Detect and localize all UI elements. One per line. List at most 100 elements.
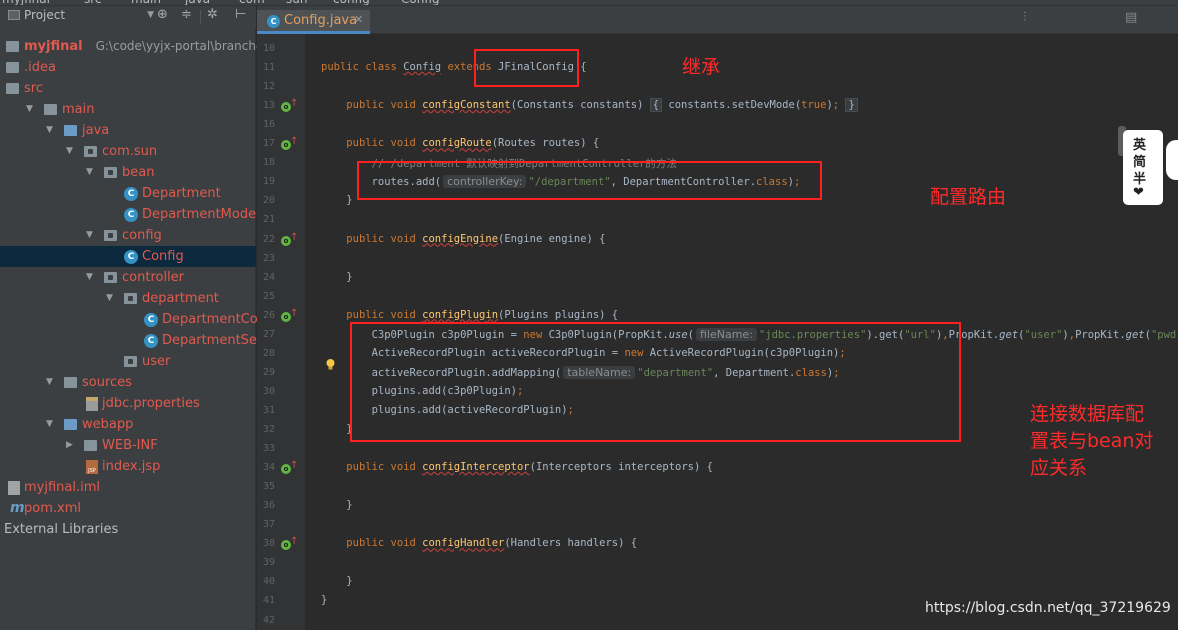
tree-item-user[interactable]: user (0, 351, 256, 372)
tree-item-web-inf[interactable]: ▶ WEB-INF (0, 435, 256, 456)
chevron-down-icon[interactable]: ▼ (106, 288, 113, 309)
lightbulb-icon[interactable] (324, 358, 337, 371)
line-number: 38 (262, 538, 275, 550)
collapse-all-icon[interactable]: ≑ (181, 7, 192, 22)
tree-item-label: user (142, 354, 171, 369)
tree-item-java[interactable]: ▼ java (0, 120, 256, 141)
tree-item-pom-xml[interactable]: m pom.xml (0, 498, 256, 519)
hide-panel-icon[interactable]: ⊢ (235, 7, 246, 22)
code-line[interactable]: } (321, 575, 352, 587)
resources-folder-icon (64, 377, 77, 388)
tab-split-icon[interactable]: ⫶ (1023, 10, 1026, 25)
project-panel-header: Project ▼ ⊕ ≑ ✲ ⊢ (0, 6, 256, 28)
code-line[interactable]: public void configHandler(Handlers handl… (321, 537, 637, 549)
tree-item-jdbc-properties[interactable]: jdbc.properties (0, 393, 256, 414)
tree-item-myjfinal[interactable]: myjfinal G:\code\yyjx-portal\branches\myj (0, 36, 296, 57)
tab-config-java[interactable]: C Config.java ✕ (257, 10, 370, 34)
tree-item-departmentcontrol[interactable]: C DepartmentControl (0, 309, 288, 330)
gear-icon[interactable]: ✲ (207, 7, 218, 22)
tree-item-bean[interactable]: ▼ bean (0, 162, 256, 183)
code-line[interactable]: public void configRoute(Routes routes) { (321, 137, 599, 149)
code-line[interactable]: } (321, 423, 352, 435)
code-line[interactable]: public void configEngine(Engine engine) … (321, 233, 605, 245)
chevron-down-icon[interactable]: ▼ (46, 120, 53, 141)
tree-item-label: WEB-INF (102, 438, 158, 453)
folder-icon (44, 104, 57, 115)
code-line[interactable]: public void configInterceptor(Intercepto… (321, 461, 713, 473)
override-method-icon[interactable]: o ↑ (281, 308, 298, 324)
override-method-icon[interactable]: o ↑ (281, 460, 298, 476)
override-method-icon[interactable]: o ↑ (281, 536, 298, 552)
line-number: 41 (262, 595, 275, 607)
maven-icon: m (10, 500, 25, 516)
toolbar-divider (200, 10, 201, 24)
override-method-icon[interactable]: o ↑ (281, 136, 298, 152)
code-line[interactable]: } (321, 194, 352, 206)
line-number: 16 (262, 119, 275, 131)
chevron-down-icon[interactable]: ▼ (147, 10, 154, 20)
tree-item-index-jsp[interactable]: JSP index.jsp (0, 456, 256, 477)
properties-file-icon (86, 397, 98, 411)
tree-item-department[interactable]: ▼ department (0, 288, 256, 309)
override-method-icon[interactable]: o ↑ (281, 232, 298, 248)
override-method-icon[interactable]: o ↑ (281, 98, 298, 114)
class-icon: C (267, 15, 280, 28)
source-folder-icon (64, 125, 77, 136)
chevron-right-icon[interactable]: ▶ (66, 435, 73, 456)
chevron-down-icon[interactable]: ▼ (86, 225, 93, 246)
tree-item-config[interactable]: ▼ config (0, 225, 256, 246)
tree-item-myjfinal-iml[interactable]: myjfinal.iml (0, 477, 256, 498)
tree-item-external-libraries[interactable]: External Libraries (0, 519, 256, 540)
line-number: 40 (262, 576, 275, 588)
chevron-down-icon[interactable]: ▼ (46, 372, 53, 393)
tree-item-sources[interactable]: ▼ sources (0, 372, 256, 393)
tree-item-controller[interactable]: ▼ controller (0, 267, 256, 288)
chevron-down-icon[interactable]: ▼ (66, 141, 73, 162)
chevron-down-icon[interactable]: ▼ (26, 99, 33, 120)
chevron-down-icon[interactable]: ▼ (86, 267, 93, 288)
heart-icon: ❤ (1133, 185, 1144, 200)
chevron-down-icon[interactable]: ▼ (46, 414, 53, 435)
package-icon (104, 272, 117, 283)
tree-item-departmentservice[interactable]: C DepartmentService (0, 330, 289, 351)
code-line[interactable]: public void configPlugin(Plugins plugins… (321, 309, 618, 321)
folder-icon (6, 62, 19, 73)
tree-item-label: .idea (24, 60, 56, 75)
tree-item-config[interactable]: C Config (0, 246, 256, 267)
tree-item-label: myjfinal (24, 39, 83, 54)
tree-item-label: controller (122, 270, 185, 285)
tree-item--idea[interactable]: .idea (0, 57, 256, 78)
tree-item-label: myjfinal.iml (24, 480, 100, 495)
tree-item-com-sun[interactable]: ▼ com.sun (0, 141, 256, 162)
line-number: 23 (262, 252, 275, 264)
tree-item-main[interactable]: ▼ main (0, 99, 256, 120)
line-number: 12 (262, 81, 275, 93)
code-line[interactable]: public void configConstant(Constants con… (321, 98, 858, 113)
ime-widget[interactable]: 英简半 ❤ (1123, 130, 1163, 205)
class-icon: C (124, 208, 138, 222)
package-icon (124, 356, 137, 367)
tree-item-src[interactable]: src (0, 78, 256, 99)
chevron-down-icon[interactable]: ▼ (86, 162, 93, 183)
project-view-selector[interactable]: Project ▼ (8, 8, 154, 22)
tree-item-webapp[interactable]: ▼ webapp (0, 414, 256, 435)
tree-item-label: DepartmentModel (142, 207, 260, 222)
mascot-image (1166, 140, 1178, 180)
line-number: 30 (262, 385, 275, 397)
close-icon[interactable]: ✕ (354, 13, 363, 26)
class-icon: C (144, 313, 158, 327)
code-line[interactable]: } (321, 271, 352, 283)
tree-item-label: External Libraries (4, 522, 119, 537)
tree-item-label: main (62, 102, 95, 117)
folder-icon (6, 41, 19, 52)
line-number: 33 (262, 443, 275, 455)
tree-item-label: pom.xml (24, 501, 81, 516)
code-line[interactable]: } (321, 594, 327, 606)
tree-item-departmentmodel[interactable]: C DepartmentModel (0, 204, 260, 225)
locate-file-icon[interactable]: ⊕ (157, 7, 168, 22)
tree-item-department[interactable]: C Department (0, 183, 256, 204)
code-line[interactable]: } (321, 499, 352, 511)
line-number: 11 (262, 62, 275, 74)
annotation-route: 配置路由 (930, 186, 1007, 208)
tab-menu-icon[interactable]: ▤ (1125, 10, 1137, 25)
